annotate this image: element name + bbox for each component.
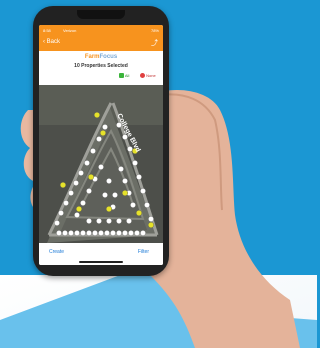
satellite-map[interactable]: College Blvd	[39, 85, 163, 243]
selected-count: 10 Properties Selected	[74, 63, 128, 69]
bottom-bar: Create Filter	[39, 243, 163, 265]
app-brand: FarmFocus	[39, 54, 163, 60]
phone-screen: 8:58 Verizon 78% ‹ Back ⤴ FarmFocus 10 P…	[39, 25, 163, 265]
chevron-left-icon: ‹	[43, 39, 45, 45]
select-none-button[interactable]: None	[140, 73, 156, 79]
brand-right: Focus	[99, 54, 118, 60]
status-bar: 8:58 Verizon 78%	[39, 25, 163, 36]
brand-left: Farm	[84, 54, 100, 60]
select-all-button[interactable]: All	[119, 73, 130, 79]
status-time: 8:58	[43, 28, 51, 33]
status-network: Verizon	[63, 28, 77, 33]
phone-notch	[77, 10, 125, 19]
header: FarmFocus 10 Properties Selected All Non…	[39, 51, 163, 85]
status-battery: 78%	[150, 28, 159, 33]
back-button[interactable]: ‹ Back	[43, 39, 60, 45]
select-none-label: None	[146, 73, 156, 78]
back-label: Back	[46, 39, 61, 45]
check-icon	[119, 73, 124, 79]
create-button[interactable]: Create	[49, 249, 64, 255]
nav-bar: ‹ Back ⤴	[39, 36, 163, 51]
filter-button[interactable]: Filter	[138, 249, 149, 255]
home-indicator	[79, 261, 123, 263]
share-icon[interactable]: ⤴	[151, 38, 158, 48]
select-all-label: All	[124, 73, 130, 78]
clear-icon	[140, 73, 145, 79]
map-view[interactable]: College Blvd	[39, 85, 163, 243]
